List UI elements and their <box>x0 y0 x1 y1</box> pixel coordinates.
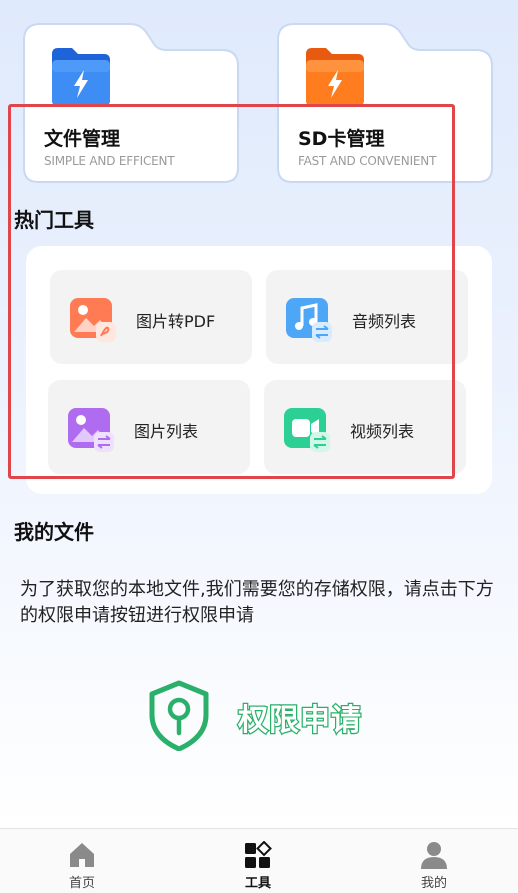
tools-grid-icon <box>245 841 272 868</box>
orange-folder-icon <box>306 48 364 106</box>
tool-label: 音频列表 <box>352 312 417 331</box>
tool-video-list[interactable]: 视频列表 <box>264 380 466 474</box>
hot-tools-panel: 图片转PDF 音频列表 图片列表 视频列表 <box>26 246 492 494</box>
tool-label: 视频列表 <box>350 422 415 441</box>
tool-label: 图片转PDF <box>136 312 216 331</box>
image-to-pdf-icon <box>70 298 116 342</box>
nav-label: 首页 <box>68 876 95 891</box>
blue-folder-icon <box>52 48 110 106</box>
nav-home[interactable]: 首页 <box>32 829 132 893</box>
home-icon <box>70 843 94 867</box>
permission-description: 为了获取您的本地文件,我们需要您的存储权限，请点击下方的权限申请按钮进行权限申请 <box>20 579 494 626</box>
user-icon <box>421 842 447 869</box>
my-files-title: 我的文件 <box>14 520 94 544</box>
tool-label: 图片列表 <box>134 422 199 441</box>
tool-image-list[interactable]: 图片列表 <box>48 380 250 474</box>
bottom-navigation: 首页 工具 我的 <box>0 828 518 893</box>
tool-audio-list[interactable]: 音频列表 <box>266 270 468 364</box>
hot-tools-title: 热门工具 <box>14 208 94 232</box>
nav-profile[interactable]: 我的 <box>384 829 484 893</box>
image-list-icon <box>68 408 114 452</box>
nav-label: 工具 <box>244 876 271 891</box>
sd-card-manager-card[interactable]: SD卡管理 FAST AND CONVENIENT <box>276 22 494 184</box>
video-icon <box>284 408 330 452</box>
folder-subtitle: SIMPLE AND EFFICENT <box>44 154 175 168</box>
music-icon <box>286 298 332 342</box>
permission-button-label: 权限申请 <box>237 702 363 740</box>
folder-title: SD卡管理 <box>298 128 385 150</box>
nav-label: 我的 <box>420 876 447 891</box>
shield-key-icon <box>149 680 209 751</box>
nav-tools[interactable]: 工具 <box>208 829 308 893</box>
file-manager-card[interactable]: 文件管理 SIMPLE AND EFFICENT <box>22 22 240 184</box>
folder-subtitle: FAST AND CONVENIENT <box>298 154 437 168</box>
permission-request-button[interactable]: 权限申请 <box>146 679 376 751</box>
folder-title: 文件管理 <box>44 128 121 150</box>
tool-image-to-pdf[interactable]: 图片转PDF <box>50 270 252 364</box>
